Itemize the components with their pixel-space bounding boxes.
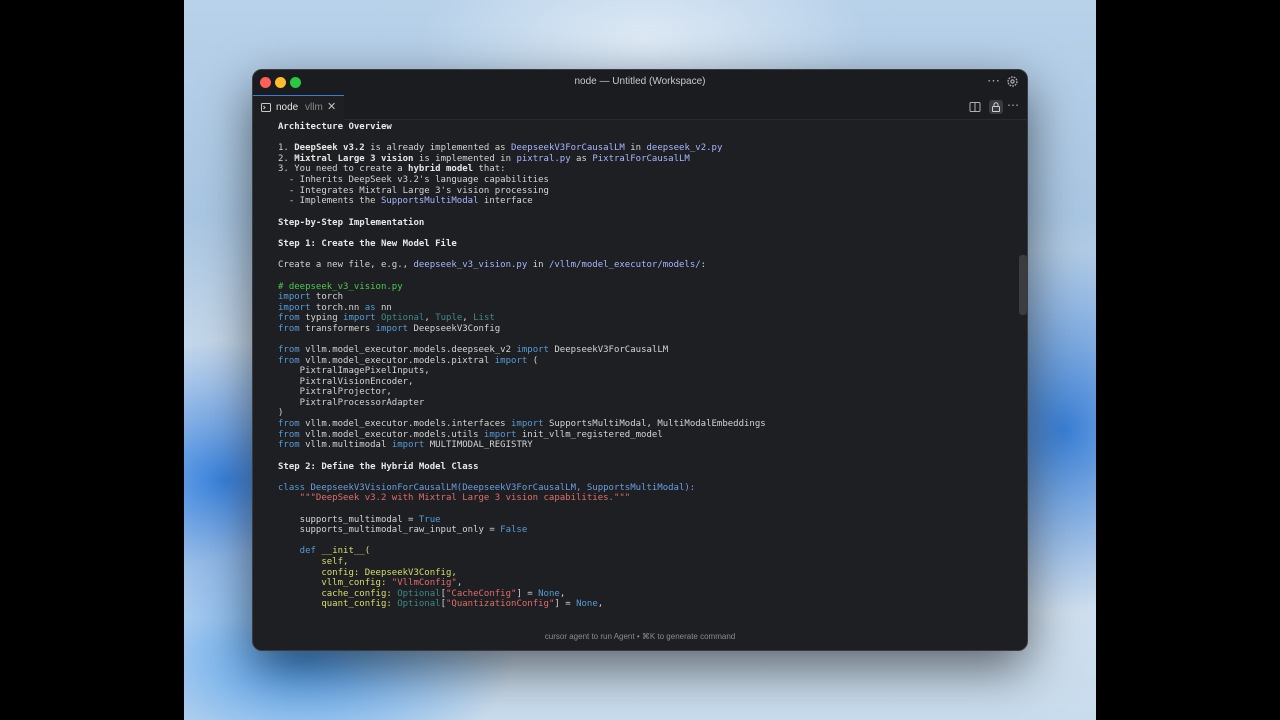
- split-editor-icon[interactable]: [968, 100, 982, 114]
- list-subitem: - Inherits DeepSeek v3.2's language capa…: [278, 175, 549, 185]
- tab-node[interactable]: node vllm ✕: [253, 95, 344, 120]
- heading-step-by-step: Step-by-Step Implementation: [278, 218, 425, 228]
- code-line: import torch: [278, 292, 344, 302]
- vertical-scrollbar[interactable]: [1019, 255, 1027, 315]
- code-line: from vllm.model_executor.models.deepseek…: [278, 345, 669, 355]
- code-line: ): [278, 408, 284, 418]
- terminal-output[interactable]: Architecture Overview 1. DeepSeek v3.2 i…: [253, 120, 1027, 632]
- code-line: from vllm.model_executor.models.interfac…: [278, 419, 766, 429]
- code-line: PixtralProcessorAdapter: [278, 398, 425, 408]
- instruction-line: Create a new file, e.g., deepseek_v3_vis…: [278, 260, 707, 270]
- code-line: from typing import Optional, Tuple, List: [278, 313, 495, 323]
- code-line: vllm_config: "VllmConfig",: [278, 578, 463, 588]
- code-line: from transformers import DeepseekV3Confi…: [278, 324, 501, 334]
- code-line: from vllm.multimodal import MULTIMODAL_R…: [278, 440, 533, 450]
- close-tab-icon[interactable]: ✕: [327, 100, 336, 113]
- terminal-window: node — Untitled (Workspace) ⋯ node vllm …: [252, 69, 1028, 651]
- list-subitem: - Implements the SupportsMultiModal inte…: [278, 196, 533, 206]
- gear-icon[interactable]: [1006, 75, 1019, 88]
- code-line: supports_multimodal_raw_input_only = Fal…: [278, 525, 528, 535]
- tab-sublabel: vllm: [305, 102, 323, 113]
- window-title: node — Untitled (Workspace): [574, 76, 706, 87]
- list-item: 3. You need to create a hybrid model tha…: [278, 164, 506, 174]
- more-options-icon[interactable]: ⋯: [987, 73, 1001, 89]
- heading-architecture: Architecture Overview: [278, 122, 392, 132]
- list-item: 1. DeepSeek v3.2 is already implemented …: [278, 143, 723, 153]
- code-line: PixtralImagePixelInputs,: [278, 366, 430, 376]
- title-bar: node — Untitled (Workspace) ⋯: [253, 70, 1027, 95]
- agent-hint-bar: cursor agent to run Agent • ⌘K to genera…: [253, 630, 1027, 650]
- terminal-icon: [261, 103, 271, 112]
- lock-icon[interactable]: [989, 100, 1003, 114]
- tab-more-icon[interactable]: ⋯: [1007, 98, 1021, 112]
- code-line: self,: [278, 557, 349, 567]
- code-docstring: """DeepSeek v3.2 with Mixtral Large 3 vi…: [278, 493, 631, 503]
- code-line: quant_config: Optional["QuantizationConf…: [278, 599, 604, 609]
- tab-label: node: [276, 102, 299, 113]
- code-line: def __init__(: [278, 546, 371, 556]
- heading-step-1: Step 1: Create the New Model File: [278, 239, 457, 249]
- heading-step-2: Step 2: Define the Hybrid Model Class: [278, 462, 479, 472]
- code-line: PixtralProjector,: [278, 387, 392, 397]
- tab-bar: node vllm ✕ ⋯: [253, 95, 1027, 120]
